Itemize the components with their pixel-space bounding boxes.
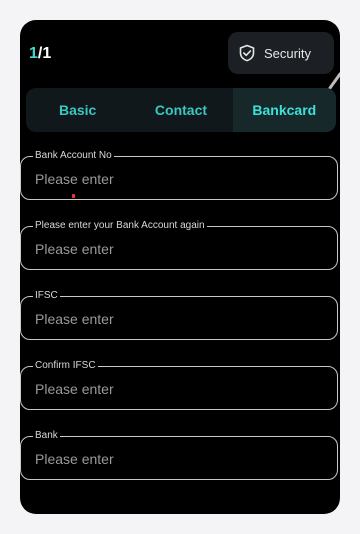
confirm-ifsc-field: Confirm IFSC	[20, 359, 338, 410]
confirm-ifsc-input[interactable]	[35, 379, 325, 399]
bank-label: Bank	[33, 429, 60, 443]
ifsc-label: IFSC	[33, 289, 60, 303]
security-label: Security	[264, 45, 311, 61]
bank-account-confirm-input[interactable]	[35, 239, 325, 259]
security-button[interactable]: Security	[228, 32, 334, 74]
bank-account-confirm-label: Please enter your Bank Account again	[33, 219, 207, 233]
app-screen: 1/1 Security Basic Contact Bankcard Bank…	[20, 20, 340, 514]
tab-bankcard[interactable]: Bankcard	[232, 88, 336, 132]
bank-account-confirm-field: Please enter your Bank Account again	[20, 219, 338, 270]
top-bar: 1/1 Security	[20, 20, 340, 90]
counter-total: /1	[37, 45, 52, 62]
shield-check-icon	[238, 44, 256, 62]
tab-bar: Basic Contact Bankcard	[26, 88, 336, 132]
bank-input[interactable]	[35, 449, 325, 469]
page-counter: 1/1	[29, 45, 51, 63]
error-indicator	[72, 194, 75, 198]
counter-current: 1	[29, 45, 38, 62]
tab-contact[interactable]: Contact	[129, 88, 232, 132]
tab-basic[interactable]: Basic	[26, 88, 129, 132]
ifsc-field: IFSC	[20, 289, 338, 340]
confirm-ifsc-label: Confirm IFSC	[33, 359, 98, 373]
bank-field: Bank	[20, 429, 338, 480]
bank-account-field: Bank Account No	[20, 149, 338, 200]
bank-account-label: Bank Account No	[33, 149, 114, 163]
bank-account-input[interactable]	[35, 169, 325, 189]
ifsc-input[interactable]	[35, 309, 325, 329]
